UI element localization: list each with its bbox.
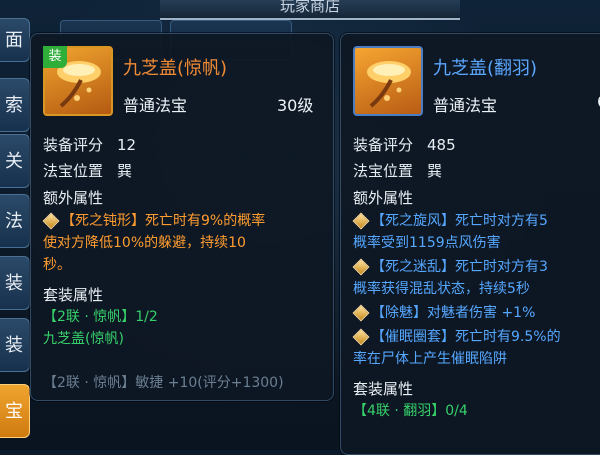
item-icon-mushroom: 装 (43, 46, 113, 116)
extra-attr-line: 概率受到1159点风伤害 (353, 235, 501, 251)
set-attr-title: 套装属性 (353, 380, 414, 398)
attr-text: 【死之迷乱】死亡时对方有3 (371, 259, 548, 275)
attr-text: 【死之旋风】死亡时对方有5 (371, 213, 548, 229)
slot-label: 法宝位置 (353, 162, 414, 180)
extra-attr-title: 额外属性 (353, 189, 414, 207)
score-value: 485 (427, 136, 456, 154)
attr-text: 【除魅】对魅者伤害 +1% (371, 305, 536, 321)
extra-attr-title: 额外属性 (43, 189, 104, 207)
score-value: 12 (117, 136, 137, 154)
extra-attr-line: 【死之旋风】死亡时对方有5 (352, 210, 600, 232)
side-tab-label: 关 (5, 151, 23, 172)
item-tooltip-equipped: 装 九芝盖(惊帆) 普通法宝 30级 装备评分 12 法宝位置巽 额外属性 【死之… (30, 33, 334, 401)
attr-diamond-icon (352, 304, 370, 322)
item-icon-mushroom (353, 46, 423, 116)
extra-attr-line: 【死之钝形】死亡时有9%的概率 (42, 210, 323, 232)
side-tab-1[interactable]: 索 (0, 78, 30, 132)
attr-diamond-icon (352, 328, 370, 346)
side-tab-label: 索 (5, 95, 23, 116)
side-tab-2[interactable]: 关 (0, 134, 30, 188)
item-tooltip-compare: 九芝盖(翻羽) 普通法宝 6 装备评分485 法宝位置巽 额外属性 【死之旋风】… (340, 33, 600, 455)
side-tab-4[interactable]: 装备 (0, 256, 30, 348)
side-tab-label: 宝 (5, 401, 23, 422)
extra-attr-line: 概率获得混乱状态，持续5秒 (353, 281, 530, 297)
set-line: 【2联 · 惊帆】1/2 (43, 309, 158, 325)
item-type: 普通法宝 (123, 96, 188, 115)
item-level: 30级 (277, 96, 314, 115)
side-tab-0[interactable]: 面 (0, 18, 30, 62)
equipped-badge: 装 (43, 46, 67, 68)
slot-value: 巽 (117, 162, 133, 180)
side-tab-label: 面 (5, 30, 23, 51)
extra-attr-line: 【死之迷乱】死亡时对方有3 (352, 256, 600, 278)
shop-title-banner: 玩家商店 (160, 0, 460, 20)
score-row: 装备评分 12 (43, 134, 136, 155)
score-label: 装备评分 (43, 136, 104, 154)
score-label: 装备评分 (353, 136, 414, 154)
extra-attr-line: 【除魅】对魅者伤害 +1% (352, 302, 600, 324)
slot-row: 法宝位置巽 (43, 160, 132, 181)
attr-diamond-icon (352, 212, 370, 230)
slot-row: 法宝位置巽 (353, 160, 442, 181)
set-line: 【4联 · 翻羽】0/4 (353, 403, 468, 419)
side-tab-5[interactable]: 装备 (0, 318, 30, 410)
extra-attr-line: 率在尸体上产生催眠陷阱 (353, 351, 507, 367)
attr-text: 【死之钝形】死亡时有9%的概率 (61, 213, 266, 229)
attr-text: 【催眠圈套】死亡时有9.5%的 (371, 329, 561, 345)
side-tab-label: 法 (5, 211, 23, 232)
mushroom-icon (367, 61, 411, 108)
item-type: 普通法宝 (433, 96, 498, 115)
side-tab-3[interactable]: 法 (0, 194, 30, 248)
side-tab-treasure-active[interactable]: 宝 (0, 384, 30, 438)
item-name: 九芝盖(翻羽) (433, 58, 538, 79)
attr-diamond-icon (352, 258, 370, 276)
shop-title: 玩家商店 (279, 0, 340, 15)
extra-attr-line: 使对方降低10%的躲避，持续10 (43, 235, 246, 251)
item-name: 九芝盖(惊帆) (123, 58, 228, 79)
score-row: 装备评分 485 (353, 134, 456, 155)
slot-label: 法宝位置 (43, 162, 104, 180)
set-line: 九芝盖(惊帆) (43, 331, 124, 347)
set-bonus-inactive: 【2联 · 惊帆】敏捷 +10(评分+1300) (43, 375, 284, 391)
extra-attr-line: 秒。 (43, 257, 71, 273)
set-attr-title: 套装属性 (43, 286, 104, 304)
slot-value: 巽 (427, 162, 443, 180)
extra-attr-line: 【催眠圈套】死亡时有9.5%的 (352, 326, 600, 348)
attr-diamond-icon (42, 212, 60, 230)
